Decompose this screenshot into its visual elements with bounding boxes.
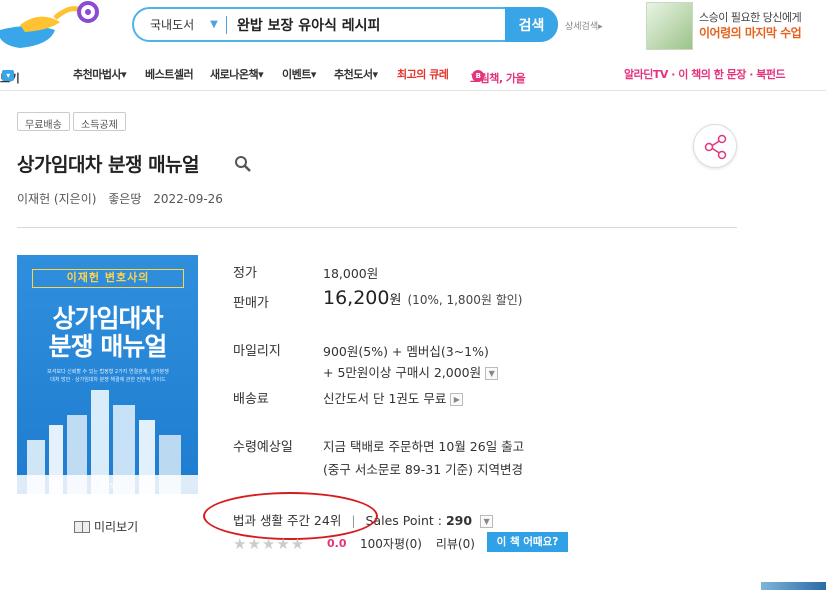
book-publisher[interactable]: 좋은땅 bbox=[108, 192, 141, 206]
book-cover[interactable]: 이재헌 변호사의 상가임대차 분쟁 매뉴얼 보석보다 신뢰할 수 있는 법정형 … bbox=[17, 255, 198, 494]
cover-title-line2: 분쟁 매뉴얼 bbox=[48, 332, 168, 361]
main-nav: 보기▾ 추천마법사▾ 베스트셀러 새로나온책▾ 이벤트▾ 추천도서▾ 최고의 큐… bbox=[0, 62, 826, 85]
sale-price: 16,200원 (10%, 1,800원 할인) bbox=[323, 287, 522, 309]
section-divider bbox=[17, 227, 737, 228]
nav-item-best-curation[interactable]: 최고의 큐레 bbox=[397, 66, 449, 82]
mileage-label: 마일리지 bbox=[233, 344, 281, 359]
book-author[interactable]: 이재헌 (지은이) bbox=[17, 192, 96, 206]
nav-item-recommend-wizard[interactable]: 추천마법사▾ bbox=[73, 66, 127, 82]
cover-subtitle: 보석보다 신뢰할 수 있는 법정형 2가지 연결관계, 상가분쟁 대처 방안 ·… bbox=[47, 369, 169, 383]
chevron-down-icon: ▼ bbox=[210, 19, 218, 30]
shipping-text: 신간도서 단 1권도 무료 bbox=[323, 391, 447, 406]
advanced-search-link[interactable]: 상세검색▸ bbox=[565, 19, 603, 32]
tag-tax-deduction: 소득공제 bbox=[73, 112, 126, 131]
search-category-label: 국내도서 bbox=[150, 18, 195, 32]
review-links: 100자평(0) 리뷰(0) bbox=[360, 535, 485, 552]
preview-label: 미리보기 bbox=[94, 520, 139, 534]
chevron-down-icon: ▾ bbox=[2, 70, 14, 81]
ad-text-line1[interactable]: 스승이 필요한 당신에게 bbox=[699, 9, 802, 25]
nav-item-new-books[interactable]: 새로나온책▾ bbox=[210, 66, 264, 82]
badge-icon: B bbox=[472, 70, 484, 82]
mileage-line2-text: + 5만원이상 구매시 2,000원 bbox=[323, 365, 482, 380]
sale-price-label: 판매가 bbox=[233, 296, 269, 311]
sale-price-unit: 원 bbox=[389, 293, 402, 308]
search-bar: 국내도서 ▼ ▼ bbox=[132, 7, 558, 42]
chevron-down-icon[interactable]: ▼ bbox=[485, 367, 499, 380]
reviews-link[interactable]: 리뷰(0) bbox=[436, 537, 475, 551]
delivery-line1: 지금 택배로 주문하면 10월 26일 출고 bbox=[323, 439, 525, 454]
book-meta: 이재헌 (지은이) 좋은땅 2022-09-26 bbox=[17, 190, 231, 207]
short-reviews-link[interactable]: 100자평(0) bbox=[360, 537, 422, 551]
share-button[interactable] bbox=[693, 124, 737, 168]
sale-price-value: 16,200 bbox=[323, 287, 390, 309]
mileage-line1: 900원(5%) + 멤버십(3~1%) bbox=[323, 344, 489, 359]
delivery-label: 수령예상일 bbox=[233, 440, 293, 455]
nav-divider bbox=[0, 90, 826, 91]
rating-score: 0.0 bbox=[327, 537, 347, 550]
book-open-icon bbox=[74, 520, 90, 533]
shipping-label: 배송료 bbox=[233, 392, 269, 407]
nav-item-events[interactable]: 이벤트▾ bbox=[282, 66, 316, 82]
book-date: 2022-09-26 bbox=[153, 192, 223, 206]
search-category-select[interactable]: 국내도서 ▼ bbox=[134, 9, 226, 40]
discount-info: (10%, 1,800원 할인) bbox=[407, 293, 523, 307]
highlight-circle bbox=[203, 492, 378, 540]
aladin-logo[interactable] bbox=[0, 0, 110, 52]
how-is-this-book-button[interactable]: 이 책 어때요? bbox=[487, 532, 568, 552]
rating-stars: ★★★★★ bbox=[233, 535, 306, 553]
list-price-value: 18,000원 bbox=[323, 266, 379, 281]
cover-city-illustration bbox=[17, 390, 198, 494]
book-title: 상가임대차 분쟁 매뉴얼 bbox=[17, 154, 200, 176]
share-icon bbox=[704, 134, 727, 160]
ad-book-thumbnail[interactable] bbox=[646, 2, 693, 50]
chevron-right-icon[interactable]: ▶ bbox=[450, 393, 464, 406]
sales-point-value: 290 bbox=[445, 513, 473, 528]
cover-publisher: 좋은땅 bbox=[100, 483, 115, 489]
tag-free-shipping: 무료배송 bbox=[17, 112, 70, 131]
search-icon[interactable] bbox=[234, 155, 252, 173]
search-button[interactable]: 검색 bbox=[505, 7, 558, 42]
corner-banner-image[interactable] bbox=[761, 582, 826, 590]
list-price-label: 정가 bbox=[233, 266, 257, 281]
nav-right-links[interactable]: 알라딘TV · 이 책의 한 문장 · 북펀드 bbox=[624, 66, 786, 82]
chevron-down-icon[interactable]: ▼ bbox=[480, 515, 494, 528]
delivery-line2[interactable]: (중구 서소문로 89-31 기준) 지역변경 bbox=[323, 459, 523, 478]
nav-item-bestseller[interactable]: 베스트셀러 bbox=[145, 66, 194, 82]
cover-authors: 이재헌 변호사의 bbox=[32, 269, 184, 288]
shipping-value: 신간도서 단 1권도 무료 ▶ bbox=[323, 388, 464, 407]
nav-item-recommended[interactable]: 추천도서▾ bbox=[334, 66, 378, 82]
ad-text-line2[interactable]: 이어령의 마지막 수업 bbox=[699, 24, 802, 41]
search-input[interactable] bbox=[227, 9, 534, 40]
preview-button[interactable]: 미리보기 bbox=[74, 518, 138, 535]
mileage-line2: + 5만원이상 구매시 2,000원 ▼ bbox=[323, 362, 499, 381]
